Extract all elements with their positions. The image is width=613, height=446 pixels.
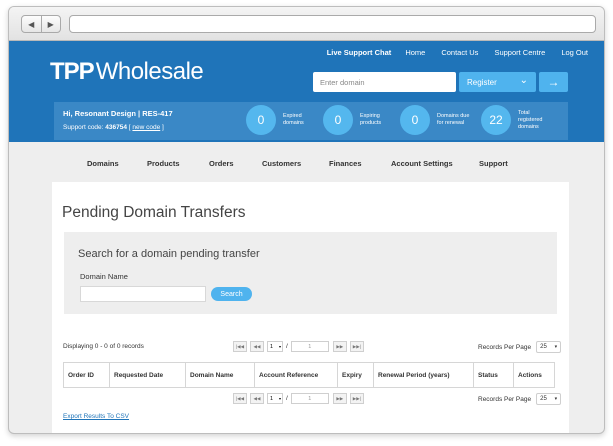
- support-code-label: Support code:: [63, 124, 104, 131]
- export-csv-link[interactable]: Export Results To CSV: [63, 413, 129, 420]
- stat-value: 0: [323, 105, 353, 135]
- chevron-down-icon: ▾: [554, 344, 558, 350]
- site-header: Live Support Chat Home Contact Us Suppor…: [9, 41, 604, 142]
- browser-window: ◀ ▶ Live Support Chat Home Contact Us Su…: [8, 6, 605, 434]
- first-page-button[interactable]: |◀◀: [233, 393, 247, 404]
- account-info-bar: Hi, Resonant Design | RES-417 Support co…: [54, 102, 568, 140]
- stat-value: 22: [481, 105, 511, 135]
- contact-us-link[interactable]: Contact Us: [441, 48, 478, 57]
- nav-item-support[interactable]: Support: [479, 159, 508, 168]
- stat-total-registered[interactable]: 22 Total registered domains: [481, 105, 552, 135]
- last-page-button[interactable]: ▶▶|: [349, 393, 364, 404]
- page-title: Pending Domain Transfers: [62, 204, 246, 221]
- nav-item-domains[interactable]: Domains: [87, 159, 119, 168]
- stat-value: 0: [400, 105, 430, 135]
- domain-search-input[interactable]: Enter domain: [313, 72, 456, 92]
- stat-label: Total registered domains: [518, 109, 543, 130]
- page-select[interactable]: 1 ▾: [267, 393, 283, 404]
- logo[interactable]: TPPWholesale: [50, 58, 204, 86]
- records-per-page-select[interactable]: 25 ▾: [536, 341, 562, 353]
- nav-item-products[interactable]: Products: [147, 159, 180, 168]
- page-select[interactable]: 1 ▾: [267, 341, 283, 352]
- address-bar[interactable]: [69, 15, 596, 33]
- domain-name-input[interactable]: [80, 286, 206, 302]
- chevron-down-icon: ▾: [554, 396, 558, 402]
- live-support-link[interactable]: Live Support Chat: [327, 48, 392, 57]
- table-header-row: Order ID Requested Date Domain Name Acco…: [63, 362, 555, 388]
- next-page-button[interactable]: ▶▶: [332, 341, 347, 352]
- column-expiry[interactable]: Expiry: [337, 362, 374, 388]
- search-heading: Search for a domain pending transfer: [78, 248, 260, 260]
- column-account-reference[interactable]: Account Reference: [254, 362, 338, 388]
- last-page-button[interactable]: ▶▶|: [349, 341, 364, 352]
- logo-text: Wholesale: [95, 58, 204, 85]
- records-per-page: Records Per Page 25 ▾: [478, 393, 562, 405]
- column-requested-date[interactable]: Requested Date: [109, 362, 186, 388]
- records-per-page-value: 25: [540, 344, 547, 350]
- page-separator: /: [286, 343, 288, 350]
- log-out-link[interactable]: Log Out: [561, 48, 588, 57]
- main-nav: Domains Products Orders Customers Financ…: [9, 142, 604, 182]
- register-label: Register: [467, 77, 497, 87]
- pagination-bottom: |◀◀ ◀◀ 1 ▾ / 1 ▶▶ ▶▶|: [233, 393, 367, 404]
- nav-item-finances[interactable]: Finances: [329, 159, 362, 168]
- first-page-button[interactable]: |◀◀: [233, 341, 247, 352]
- chevron-down-icon: ⌄: [519, 75, 528, 86]
- page-select-value: 1: [270, 395, 274, 402]
- page-select-value: 1: [270, 343, 274, 350]
- register-button[interactable]: Register ⌄: [459, 72, 536, 92]
- column-domain-name[interactable]: Domain Name: [185, 362, 255, 388]
- logo-mark: TPP: [50, 58, 95, 85]
- content-panel: Pending Domain Transfers Search for a do…: [52, 182, 569, 433]
- account-greeting: Hi, Resonant Design | RES-417: [63, 109, 173, 118]
- support-centre-link[interactable]: Support Centre: [494, 48, 545, 57]
- stat-expired-domains[interactable]: 0 Expired domains: [246, 105, 317, 135]
- stat-label: Expiring products: [360, 113, 382, 126]
- records-per-page-label: Records Per Page: [478, 395, 532, 403]
- chevron-down-icon: ▾: [278, 396, 281, 401]
- support-code-value: 436754: [105, 124, 127, 131]
- arrow-right-icon[interactable]: →: [539, 72, 568, 92]
- prev-page-button[interactable]: ◀◀: [250, 341, 264, 352]
- forward-icon[interactable]: ▶: [42, 16, 61, 32]
- records-per-page-label: Records Per Page: [478, 343, 532, 351]
- domain-name-label: Domain Name: [80, 272, 128, 281]
- new-code-link[interactable]: new code: [132, 124, 160, 131]
- history-buttons: ◀ ▶: [21, 15, 61, 33]
- stat-expiring-products[interactable]: 0 Expiring products: [323, 105, 394, 135]
- prev-page-button[interactable]: ◀◀: [250, 393, 264, 404]
- records-per-page: Records Per Page 25 ▾: [478, 341, 562, 353]
- column-status[interactable]: Status: [473, 362, 514, 388]
- page-separator: /: [286, 395, 288, 402]
- page-input[interactable]: 1: [290, 393, 329, 404]
- top-links: Live Support Chat Home Contact Us Suppor…: [327, 45, 604, 59]
- support-code: Support code: 436754 [ new code ]: [63, 124, 164, 131]
- search-panel: Search for a domain pending transfer Dom…: [64, 232, 557, 314]
- column-order-id[interactable]: Order ID: [63, 362, 110, 388]
- page-input[interactable]: 1: [290, 341, 329, 352]
- home-link[interactable]: Home: [405, 48, 425, 57]
- column-renewal-period[interactable]: Renewal Period (years): [373, 362, 474, 388]
- stat-label: Expired domains: [283, 113, 304, 126]
- stat-domains-due-renewal[interactable]: 0 Domains due for renewal: [400, 105, 471, 135]
- records-summary: Displaying 0 - 0 of 0 records: [63, 343, 144, 350]
- records-per-page-select[interactable]: 25 ▾: [536, 393, 562, 405]
- transfers-table: Order ID Requested Date Domain Name Acco…: [63, 362, 555, 388]
- nav-item-orders[interactable]: Orders: [209, 159, 234, 168]
- pagination-top: |◀◀ ◀◀ 1 ▾ / 1 ▶▶ ▶▶|: [233, 341, 367, 352]
- chevron-down-icon: ▾: [278, 344, 281, 349]
- next-page-button[interactable]: ▶▶: [332, 393, 347, 404]
- browser-toolbar: ◀ ▶: [9, 7, 604, 41]
- records-per-page-value: 25: [540, 396, 547, 402]
- stat-value: 0: [246, 105, 276, 135]
- stat-label: Domains due for renewal: [437, 113, 470, 126]
- search-button[interactable]: Search: [211, 287, 252, 301]
- back-icon[interactable]: ◀: [22, 16, 42, 32]
- nav-item-customers[interactable]: Customers: [262, 159, 301, 168]
- column-actions: Actions: [513, 362, 555, 388]
- nav-item-account-settings[interactable]: Account Settings: [391, 159, 453, 168]
